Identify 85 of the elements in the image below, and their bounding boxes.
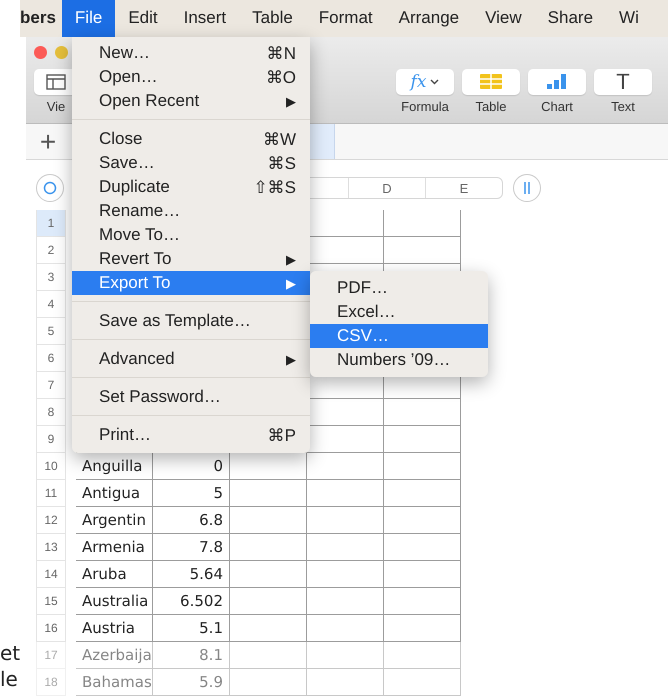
toolbar-label: Chart	[541, 98, 573, 114]
close-window-button[interactable]	[34, 46, 47, 60]
table-icon	[480, 74, 502, 90]
toolbar-label: Table	[475, 98, 507, 114]
chart-button[interactable]	[528, 68, 586, 95]
table-button[interactable]	[462, 68, 520, 95]
table-cell: Argentin	[76, 507, 153, 534]
row-number[interactable]: 6	[36, 345, 66, 372]
row-number[interactable]: 11	[36, 480, 66, 507]
text-button[interactable]: T	[594, 68, 652, 95]
menu-item[interactable]: Advanced ▶	[72, 347, 310, 371]
chevron-down-icon	[430, 78, 440, 85]
menu-bar-item[interactable]: Insert	[170, 0, 240, 37]
row-number[interactable]: 7	[36, 372, 66, 399]
column-header[interactable]: D	[348, 178, 425, 198]
table-cell: 5	[153, 480, 230, 507]
row-number[interactable]: 2	[36, 237, 66, 264]
table-cell: 5.64	[153, 561, 230, 588]
select-table-button[interactable]	[36, 174, 64, 202]
view-label: Vie	[46, 98, 66, 114]
menu-item[interactable]: Set Password…	[72, 385, 310, 409]
row-number[interactable]: 10	[36, 453, 66, 480]
row-number[interactable]: 15	[36, 588, 66, 615]
menu-bar-item[interactable]: Arrange	[386, 0, 472, 37]
menu-item[interactable]: Duplicate ⇧⌘S	[72, 175, 310, 199]
add-sheet-button[interactable]: +	[26, 124, 70, 159]
table-cell: 8.1	[153, 642, 230, 669]
row-number[interactable]: 1	[36, 210, 66, 237]
table-cell: Bahamas	[76, 669, 153, 696]
add-column-button[interactable]	[513, 174, 541, 202]
table-cell: Austria	[76, 615, 153, 642]
circle-icon	[43, 181, 57, 195]
table-cell: Azerbaija	[76, 642, 153, 669]
table-cell: Aruba	[76, 561, 153, 588]
menu-item[interactable]: Rename…	[72, 199, 310, 223]
cut-off-text: et	[0, 640, 22, 666]
menu-bar-item[interactable]: bers	[20, 0, 62, 37]
menu-item[interactable]: Excel…	[310, 300, 488, 324]
menu-item[interactable]: Save… ⌘S	[72, 151, 310, 175]
menu-item[interactable]: Move To…	[72, 223, 310, 247]
table-cell: Australia	[76, 588, 153, 615]
minimize-window-button[interactable]	[55, 46, 68, 60]
row-number[interactable]: 5	[36, 318, 66, 345]
bar-chart-icon	[547, 74, 567, 90]
sidebar-layout-icon	[46, 74, 66, 90]
table-cell: 6.8	[153, 507, 230, 534]
toolbar-label: Formula	[401, 98, 449, 114]
menu-bar-item[interactable]: Table	[239, 0, 306, 37]
row-number[interactable]: 12	[36, 507, 66, 534]
toolbar-label: Text	[611, 98, 635, 114]
menu-item[interactable]: Save as Template…	[72, 309, 310, 333]
menu-item[interactable]: Export To ▶	[72, 271, 310, 295]
row-number[interactable]: 13	[36, 534, 66, 561]
menu-item[interactable]: PDF…	[310, 276, 488, 300]
menu-item[interactable]: CSV…	[310, 324, 488, 348]
column-header[interactable]: E	[425, 178, 502, 198]
menu-bar-item[interactable]: Format	[306, 0, 386, 37]
table-cell: 5.9	[153, 669, 230, 696]
table-cell: Armenia	[76, 534, 153, 561]
menu-bar-item[interactable]: Edit	[115, 0, 171, 37]
menu-item[interactable]: New… ⌘N	[72, 41, 310, 65]
row-number[interactable]: 14	[36, 561, 66, 588]
function-glyph: fx	[410, 72, 426, 92]
menu-bar-item[interactable]: Wi	[606, 0, 652, 37]
table-cell: 5.1	[153, 615, 230, 642]
row-number[interactable]: 3	[36, 264, 66, 291]
cut-off-text: le	[0, 666, 19, 692]
table-cell: Antigua	[76, 480, 153, 507]
menu-item[interactable]: Open Recent ▶	[72, 89, 310, 113]
row-number[interactable]: 9	[36, 426, 66, 453]
table-cell: 6.502	[153, 588, 230, 615]
row-number[interactable]: 16	[36, 615, 66, 642]
row-number[interactable]: 4	[36, 291, 66, 318]
menu-item[interactable]: Close ⌘W	[72, 127, 310, 151]
row-number[interactable]: 8	[36, 399, 66, 426]
menu-item[interactable]: Open… ⌘O	[72, 65, 310, 89]
menu-bar-item[interactable]: File	[62, 0, 116, 37]
menu-item[interactable]: Print… ⌘P	[72, 423, 310, 447]
pause-icon	[523, 181, 531, 195]
menu-bar-item[interactable]: Share	[534, 0, 606, 37]
menu-item[interactable]: Revert To ▶	[72, 247, 310, 271]
menu-bar-item[interactable]: View	[472, 0, 535, 37]
text-glyph: T	[616, 68, 630, 95]
menu-item[interactable]: Numbers ’09…	[310, 348, 488, 372]
table-cell: 7.8	[153, 534, 230, 561]
